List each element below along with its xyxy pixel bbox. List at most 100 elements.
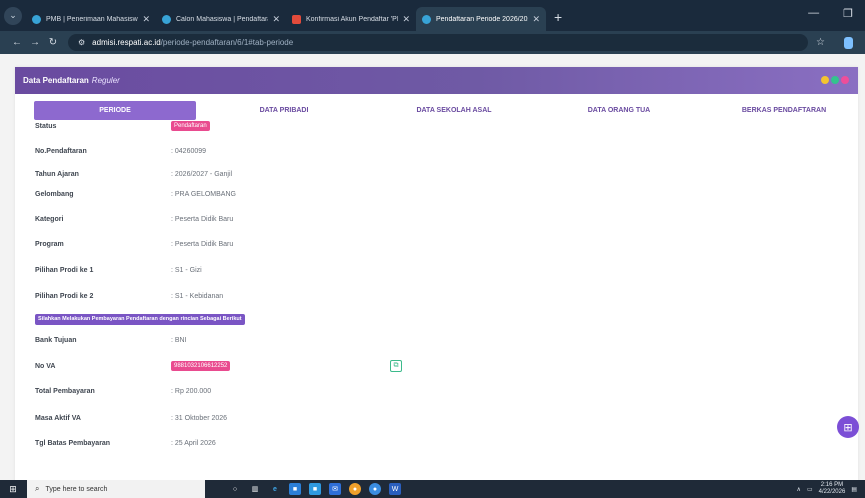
row-bank: Bank Tujuan : BNI: [35, 334, 835, 346]
cortana-icon[interactable]: ○: [229, 483, 241, 495]
site-icon: [162, 14, 171, 24]
row-batas-pembayaran: Tgl Batas Pembayaran : 25 April 2026: [35, 437, 835, 449]
close-icon[interactable]: ✕: [142, 14, 150, 25]
row-no-pendaftaran: No.Pendaftaran : 04260099: [35, 145, 835, 157]
minimize-icon[interactable]: —: [808, 7, 819, 20]
row-no-va: No VA 9881032106612252 ⧉: [35, 360, 835, 372]
field-value: : Rp 200.000: [171, 387, 212, 395]
close-icon[interactable]: ✕: [272, 14, 280, 25]
word-icon[interactable]: W: [389, 483, 401, 495]
row-masa-aktif: Masa Aktif VA : 31 Oktober 2026: [35, 412, 835, 424]
field-value: : 25 April 2026: [171, 439, 216, 447]
field-label: Bank Tujuan: [35, 336, 77, 344]
field-label: Gelombang: [35, 190, 74, 198]
system-tray: ∧ ▭ 2:16 PM 4/22/2026 ▤: [797, 480, 857, 498]
registration-card: Data Pendaftaran Reguler PERIODE DATA PR…: [15, 67, 858, 480]
field-label: Tahun Ajaran: [35, 170, 79, 178]
tab-title: PMB | Penerimaan Mahasiswa |: [46, 15, 139, 23]
row-gelombang: Gelombang : PRA GELOMBANG: [35, 188, 835, 200]
close-icon[interactable]: ✕: [532, 14, 540, 25]
tab-data-orang-tua[interactable]: DATA ORANG TUA: [564, 101, 674, 120]
tab-title: Calon Mahasiswa | Pendaftaran: [176, 15, 269, 23]
field-label: Pilihan Prodi ke 1: [35, 266, 94, 274]
reload-icon[interactable]: ↻: [44, 37, 62, 48]
firefox-icon[interactable]: ●: [349, 483, 361, 495]
taskbar-clock[interactable]: 2:16 PM 4/22/2026: [819, 482, 846, 496]
pink-dot-icon: [841, 76, 849, 84]
field-value: : 31 Oktober 2026: [171, 414, 228, 422]
windows-start-icon[interactable]: ⊞: [5, 480, 21, 498]
windows-taskbar: ⊞ ⌕ Type here to search ○ ▥ e ■ ■ ✉ ● ● …: [0, 480, 865, 498]
field-value: : Peserta Didik Baru: [171, 215, 234, 223]
field-label: No.Pendaftaran: [35, 147, 87, 155]
site-icon: [422, 14, 431, 24]
tab-title: Pendaftaran Periode 2026/2027: [436, 15, 529, 23]
va-number-badge: 9881032106612252: [171, 361, 231, 371]
browser-tab-3[interactable]: Konfirmasi Akun Pendaftar 'PM ✕: [286, 7, 416, 31]
taskbar-apps: ○ ▥ e ■ ■ ✉ ● ● W: [229, 483, 401, 495]
floating-menu-button[interactable]: ⊞: [837, 416, 859, 438]
field-label: Status: [35, 122, 57, 130]
card-header: Data Pendaftaran Reguler: [15, 67, 858, 94]
field-value: : S1 - Gizi: [171, 266, 202, 274]
store-icon[interactable]: ■: [289, 483, 301, 495]
tab-berkas-pendaftaran[interactable]: BERKAS PENDAFTARAN: [714, 101, 854, 120]
browser-tab-4-active[interactable]: Pendaftaran Periode 2026/2027 ✕: [416, 7, 546, 31]
bookmark-star-icon[interactable]: ☆: [816, 37, 825, 48]
tab-title: Konfirmasi Akun Pendaftar 'PM: [306, 15, 399, 23]
field-label: Kategori: [35, 215, 64, 223]
browser-toolbar: ← → ↻ ⚙ admisi.respati.ac.id/periode-pen…: [0, 31, 865, 54]
status-badge: Pendaftaran: [171, 121, 210, 131]
grid-icon: ⊞: [843, 421, 853, 434]
field-value: : S1 - Kebidanan: [171, 292, 224, 300]
browser-tab-2[interactable]: Calon Mahasiswa | Pendaftaran ✕: [156, 7, 286, 31]
search-placeholder: Type here to search: [45, 485, 108, 493]
row-kategori: Kategori : Peserta Didik Baru: [35, 213, 835, 225]
row-payment-notice: Silahkan Melakukan Pembayaran Pendaftara…: [35, 313, 835, 325]
profile-icon[interactable]: [844, 36, 853, 49]
row-prodi-2: Pilihan Prodi ke 2 : S1 - Kebidanan: [35, 290, 835, 302]
row-total: Total Pembayaran : Rp 200.000: [35, 385, 835, 397]
card-title: Data Pendaftaran: [23, 76, 89, 85]
close-icon[interactable]: ✕: [402, 14, 410, 25]
new-tab-icon[interactable]: +: [554, 9, 562, 25]
back-icon[interactable]: ←: [8, 37, 26, 48]
field-label: Program: [35, 240, 64, 248]
browser-tab-1[interactable]: PMB | Penerimaan Mahasiswa | ✕: [26, 7, 156, 31]
chrome-icon[interactable]: ●: [369, 483, 381, 495]
edge-icon[interactable]: e: [269, 483, 281, 495]
card-subtitle: Reguler: [91, 76, 120, 85]
tab-search-icon[interactable]: ⌄: [4, 6, 22, 25]
task-view-icon[interactable]: ▥: [249, 483, 261, 495]
network-icon[interactable]: ▭: [807, 486, 813, 493]
tab-data-sekolah-asal[interactable]: DATA SEKOLAH ASAL: [389, 101, 519, 120]
field-label: Total Pembayaran: [35, 387, 95, 395]
taskbar-search-input[interactable]: ⌕ Type here to search: [27, 480, 205, 498]
clock-date: 4/22/2026: [818, 489, 846, 495]
clock-time: 2:16 PM: [820, 482, 844, 488]
mail-icon[interactable]: ✉: [329, 483, 341, 495]
row-prodi-1: Pilihan Prodi ke 1 : S1 - Gizi: [35, 264, 835, 276]
window-controls: — ❐: [808, 7, 853, 20]
header-dots: [821, 76, 849, 84]
page-content: Data Pendaftaran Reguler PERIODE DATA PR…: [0, 54, 865, 480]
copy-icon[interactable]: ⧉: [390, 360, 402, 372]
browser-tab-strip: ⌄ PMB | Penerimaan Mahasiswa | ✕ Calon M…: [0, 0, 865, 31]
tab-periode[interactable]: PERIODE: [34, 101, 196, 120]
address-bar[interactable]: ⚙ admisi.respati.ac.id/periode-pendaftar…: [68, 34, 808, 51]
row-status: Status Pendaftaran: [35, 120, 835, 132]
chevron-up-icon[interactable]: ∧: [797, 486, 801, 493]
payment-notice: Silahkan Melakukan Pembayaran Pendaftara…: [35, 313, 245, 325]
photos-icon[interactable]: ■: [309, 483, 321, 495]
notification-icon[interactable]: ▤: [851, 486, 857, 493]
site-icon: [32, 14, 41, 24]
field-label: Tgl Batas Pembayaran: [35, 439, 111, 447]
site-info-icon[interactable]: ⚙: [78, 38, 85, 47]
url-host: admisi.respati.ac.id: [92, 38, 161, 47]
tab-data-pribadi[interactable]: DATA PRIBADI: [234, 101, 334, 120]
restore-icon[interactable]: ❐: [843, 7, 853, 20]
field-value: : 04260099: [171, 147, 207, 155]
field-value: : Peserta Didik Baru: [171, 240, 234, 248]
field-value: : 2026/2027 - Ganjil: [171, 170, 233, 178]
forward-icon[interactable]: →: [26, 37, 44, 48]
